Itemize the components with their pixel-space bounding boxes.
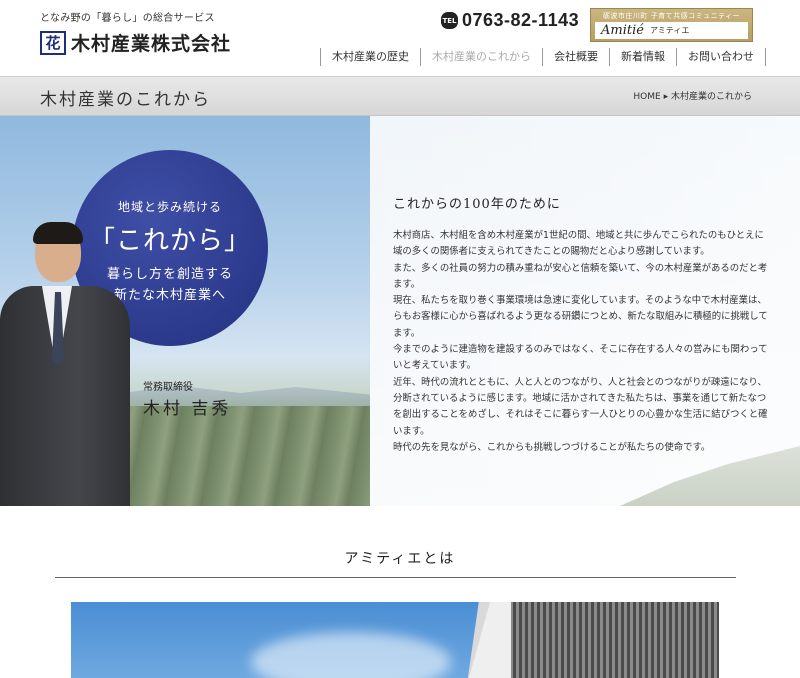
nav-item-news[interactable]: 新着情報	[609, 48, 676, 66]
message-line: 域の多くの関係者に支えられてきたことの賜物だと心より感謝しています。	[393, 246, 710, 258]
phone-contact[interactable]: TEL 0763-82-1143	[441, 10, 579, 31]
message-line: 時代の先を見ながら、これからも挑戦しつづけることが私たちの使命です。	[393, 441, 711, 453]
banner-brand-name: Amitié	[601, 23, 644, 38]
photo-cloud	[251, 632, 451, 678]
phone-number: 0763-82-1143	[462, 10, 580, 30]
message-body: 木村商店、木村組を含め木村産業が1世紀の間、地域と共に歩んでこられたのもひとえに…	[393, 228, 800, 456]
phone-icon: TEL	[441, 12, 458, 29]
message-line: 近年、時代の流れとともに、人と人とのつながり、人と社会とのつながりが疎遠になり、	[393, 376, 767, 388]
message-line: 木村商店、木村組を含め木村産業が1世紀の間、地域と共に歩んでこられたのもひとえに	[393, 230, 764, 241]
message-line: いと考えています。	[393, 360, 476, 372]
breadcrumb-current: 木村産業のこれから	[670, 92, 752, 102]
banner-brand-kana: アミティエ	[649, 26, 690, 35]
page-title: 木村産業のこれから	[40, 90, 211, 110]
site-tagline: となみ野の「暮らし」の総合サービス	[40, 13, 215, 24]
nav-item-contact[interactable]: お問い合わせ	[676, 48, 766, 66]
breadcrumb-home-link[interactable]: HOME	[633, 92, 660, 102]
section-title: アミティエとは	[344, 551, 456, 567]
nav-item-history[interactable]: 木村産業の歴史	[320, 48, 420, 66]
message-line: います。	[393, 425, 430, 437]
hero-section: 地域と歩み続ける 「これから」 暮らし方を創造する 新たな木村産業へ 常務取締役…	[0, 116, 800, 506]
photo-building-slats	[501, 602, 719, 678]
message-line: 分断されているように感じます。地域に活かされてきた私たちは、事業を通じて新たなつ	[393, 392, 767, 404]
main-nav: 木村産業の歴史 木村産業のこれから 会社概要 新着情報 お問い合わせ	[320, 48, 766, 66]
amitie-banner[interactable]: 砺波市庄川町 子育て共感コミュニティー Amitié アミティエ	[590, 8, 753, 42]
message-title: これからの100年のために	[393, 197, 561, 212]
page-title-bar: 木村産業のこれから HOME ▸ 木村産業のこれから	[0, 76, 800, 116]
section-divider	[55, 577, 736, 578]
message-line: ます。	[393, 278, 421, 290]
executive-hair	[33, 222, 83, 244]
logo-mark-icon: 花	[40, 30, 66, 55]
slogan-line-1: 地域と歩み続ける	[117, 200, 222, 214]
message-line: らもお客様に心から喜ばれるよう更なる研鑽につとめ、新たな取組みに積極的に挑戦して	[393, 311, 768, 323]
company-logo[interactable]: 花 木村産業株式会社	[40, 29, 231, 56]
banner-caption: 砺波市庄川町 子育て共感コミュニティー	[602, 12, 741, 20]
nav-item-company[interactable]: 会社概要	[542, 48, 609, 66]
message-line: 現在、私たちを取り巻く事業環境は急速に変化しています。そのような中で木村産業は、	[393, 295, 767, 307]
breadcrumb: HOME ▸ 木村産業のこれから	[633, 89, 752, 102]
site-header: となみ野の「暮らし」の総合サービス 花 木村産業株式会社 TEL 0763-82…	[0, 0, 800, 76]
message-line: また、多くの社員の努力の積み重ねが安心と信頼を築いて、今の木村産業があるのだと考	[393, 262, 768, 274]
message-line: ます。	[393, 327, 421, 339]
message-line: 今までのように建造物を建設するのみではなく、そこに存在する人々の営みにも関わって	[393, 344, 768, 356]
executive-role: 常務取締役	[143, 382, 193, 393]
executive-photo	[0, 222, 140, 506]
executive-name: 木村 吉秀	[143, 399, 232, 419]
amitie-building-photo	[71, 602, 719, 678]
breadcrumb-separator-icon: ▸	[663, 92, 669, 102]
banner-brand-box: Amitié アミティエ	[595, 22, 748, 39]
company-name: 木村産業株式会社	[71, 33, 232, 55]
nav-item-future[interactable]: 木村産業のこれから	[420, 48, 542, 66]
message-line: を創出することをめざし、それはそこに暮らす一人ひとりの心豊かな生活に結びつくと確	[393, 409, 768, 421]
